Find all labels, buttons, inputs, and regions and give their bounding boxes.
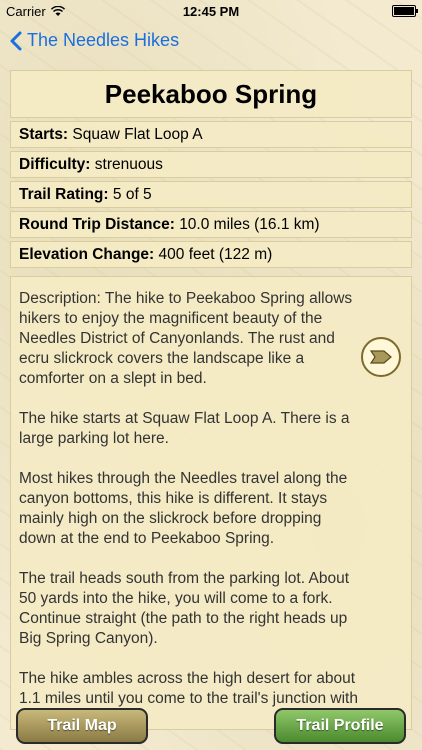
status-bar: Carrier 12:45 PM <box>0 0 422 22</box>
back-button[interactable]: The Needles Hikes <box>10 30 179 51</box>
navigation-bar: The Needles Hikes <box>0 22 422 66</box>
description-paragraph: The hike starts at Squaw Flat Loop A. Th… <box>19 410 350 447</box>
row-elevation: Elevation Change: 400 feet (122 m) <box>10 241 412 268</box>
bottom-toolbar: Trail Map Trail Profile <box>0 700 422 750</box>
row-label: Starts: <box>19 126 69 143</box>
row-label: Round Trip Distance: <box>19 216 175 233</box>
description-paragraph: Description: The hike to Peekaboo Spring… <box>19 290 353 387</box>
row-value: Squaw Flat Loop A <box>72 126 203 143</box>
row-difficulty: Difficulty: strenuous <box>10 151 412 178</box>
trail-map-button[interactable]: Trail Map <box>16 708 148 744</box>
trail-profile-button[interactable]: Trail Profile <box>274 708 406 744</box>
row-label: Trail Rating: <box>19 186 109 203</box>
row-value: 10.0 miles (16.1 km) <box>179 216 320 233</box>
back-button-label: The Needles Hikes <box>27 30 180 50</box>
chevron-left-icon <box>10 31 22 50</box>
next-arrow-button[interactable] <box>361 337 401 377</box>
row-value: 400 feet (122 m) <box>158 246 273 263</box>
row-value: strenuous <box>94 156 163 173</box>
row-label: Elevation Change: <box>19 246 155 263</box>
status-right <box>392 5 418 17</box>
description-scroll[interactable]: Description: The hike to Peekaboo Spring… <box>10 276 412 730</box>
battery-icon <box>392 5 418 17</box>
status-time: 12:45 PM <box>182 4 240 19</box>
row-label: Difficulty: <box>19 156 91 173</box>
description-paragraph: Most hikes through the Needles travel al… <box>19 470 348 547</box>
hike-details: Peekaboo Spring Starts: Squaw Flat Loop … <box>10 70 412 730</box>
arrowhead-icon <box>369 350 392 364</box>
row-value: 5 of 5 <box>112 186 152 203</box>
hike-title: Peekaboo Spring <box>10 70 412 118</box>
description-paragraph: The trail heads south from the parking l… <box>19 570 349 647</box>
row-starts: Starts: Squaw Flat Loop A <box>10 121 412 148</box>
row-trail-rating: Trail Rating: 5 of 5 <box>10 181 412 208</box>
row-distance: Round Trip Distance: 10.0 miles (16.1 km… <box>10 211 412 238</box>
